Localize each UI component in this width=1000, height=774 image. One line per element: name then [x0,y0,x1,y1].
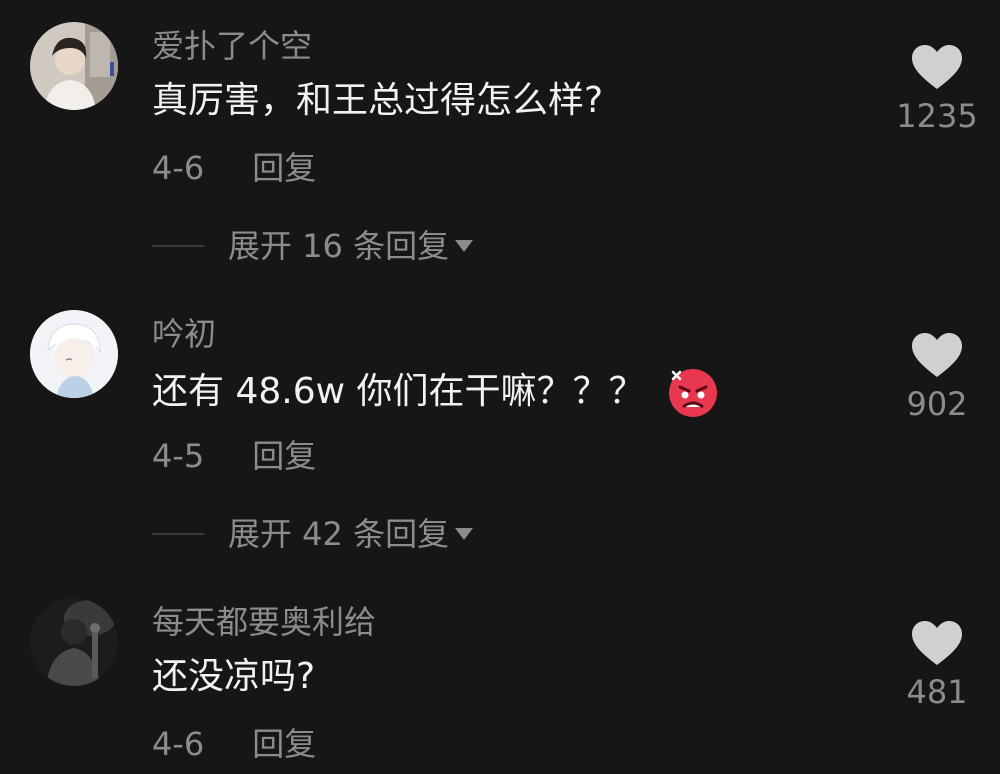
avatar[interactable] [30,22,118,110]
caret-down-icon [455,240,474,252]
caret-down-icon [455,528,474,540]
comment-username[interactable]: 爱扑了个空 [152,26,312,66]
comment-meta: 4-6 回复 [152,148,316,188]
avatar-anime-icon [30,310,118,398]
comment-text-content: 还没凉吗? [152,656,316,697]
reply-button[interactable]: 回复 [252,724,316,764]
heart-icon [912,45,962,89]
comment-text: 还有 48.6w 你们在干嘛？？？ [152,366,719,418]
avatar-photo-dark-icon [30,598,118,686]
like-button[interactable]: 1235 [892,44,982,136]
expand-replies-label: 展开 42 条回复 [228,515,450,553]
reply-button[interactable]: 回复 [252,436,316,476]
comment-username[interactable]: 吟初 [152,314,216,354]
like-count: 902 [906,385,968,423]
comment-meta: 4-6 回复 [152,724,316,764]
expand-replies-button[interactable]: 展开 42 条回复 [152,514,474,554]
comment-text-content: 还有 48.6w 你们在干嘛？？？ [152,371,645,412]
heart-icon [912,621,962,665]
avatar[interactable] [30,310,118,398]
expand-replies-button[interactable]: 展开 16 条回复 [152,226,474,266]
divider-line [152,533,204,535]
reply-button[interactable]: 回复 [252,148,316,188]
comment-date: 4-6 [152,725,205,763]
comment-text-content: 真厉害，和王总过得怎么样? [152,80,604,121]
divider-line [152,245,204,247]
comment-text: 真厉害，和王总过得怎么样? [152,78,603,124]
avatar[interactable] [30,598,118,686]
comment-username[interactable]: 每天都要奥利给 [152,602,376,642]
comment-list: 爱扑了个空 真厉害，和王总过得怎么样? 4-6 回复 1235 展开 16 条回… [0,0,1000,774]
heart-icon [912,333,962,377]
like-button[interactable]: 902 [892,332,982,424]
like-button[interactable]: 481 [892,620,982,712]
comment-date: 4-5 [152,437,205,475]
comment-meta: 4-5 回复 [152,436,316,476]
comment-text: 还没凉吗? [152,654,315,700]
angry-face-emoji-icon [667,366,719,418]
avatar-photo-icon [30,22,118,110]
expand-replies-label: 展开 16 条回复 [228,227,450,265]
comment-date: 4-6 [152,149,205,187]
like-count: 1235 [896,97,978,135]
like-count: 481 [906,673,968,711]
